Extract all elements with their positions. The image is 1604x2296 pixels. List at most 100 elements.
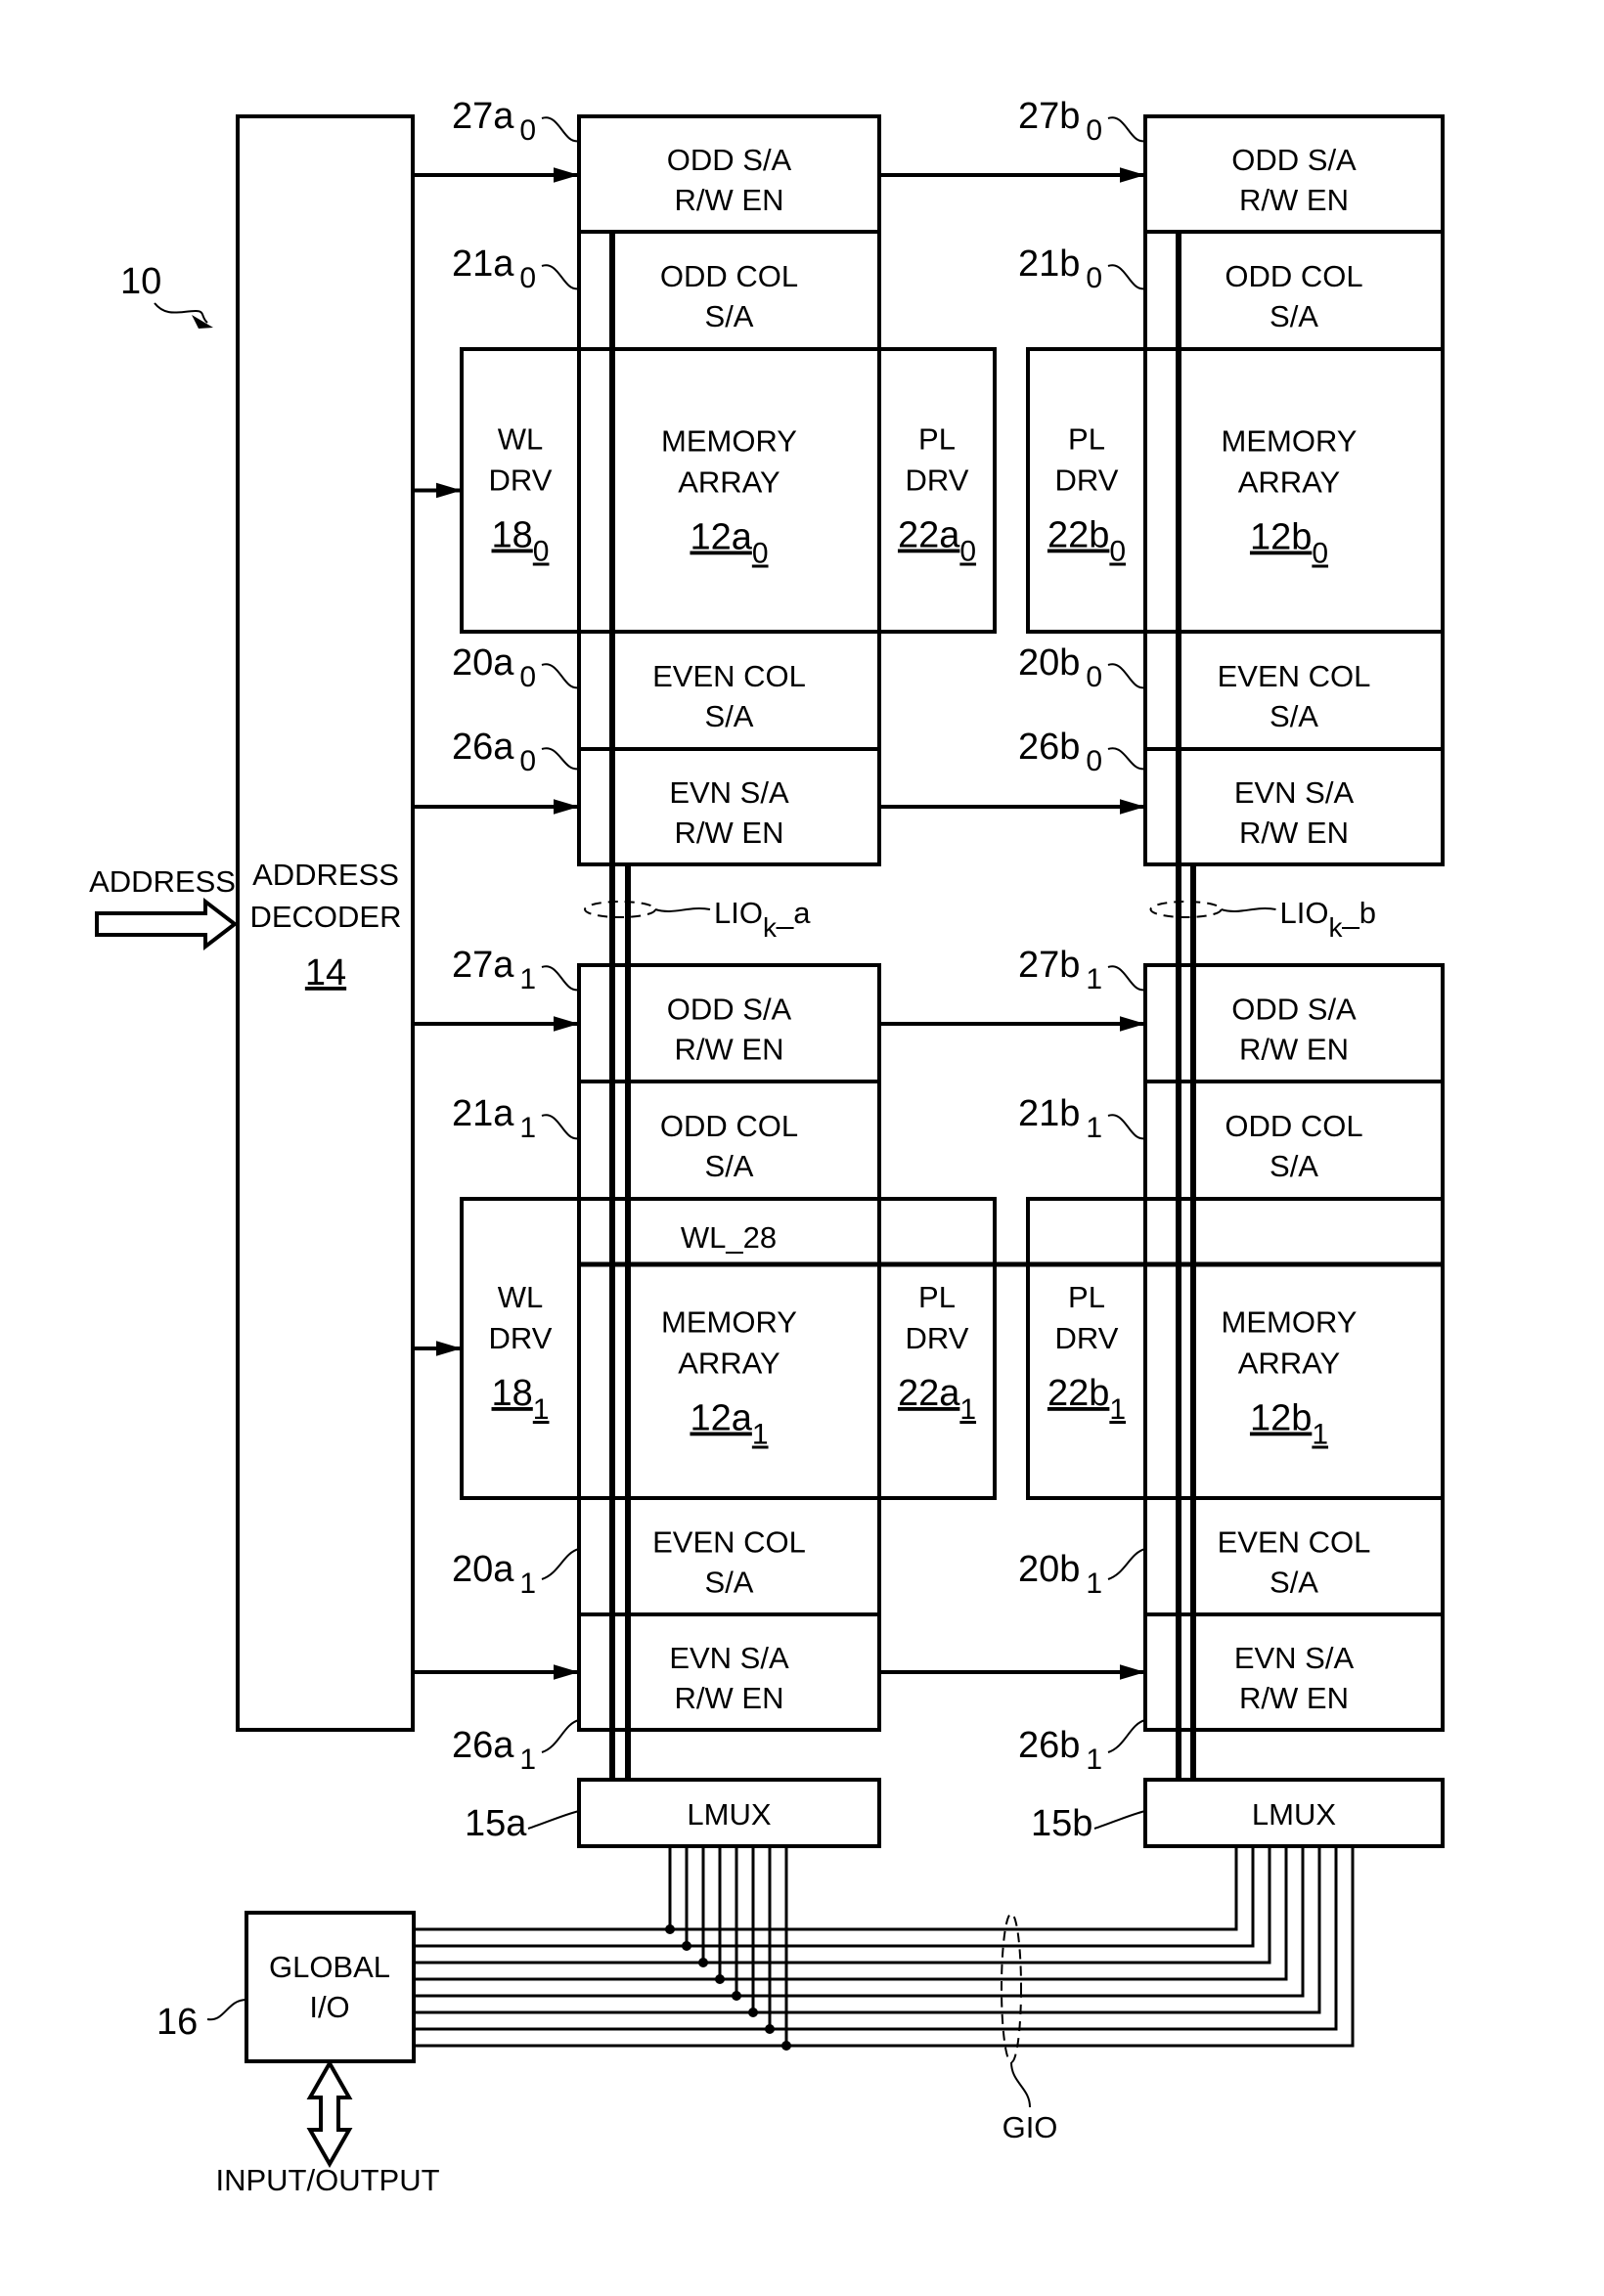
lio-bus-bracket: [1149, 901, 1223, 918]
ref-26-leader: [541, 747, 580, 771]
memory-array-ref-sub: 1: [1312, 1419, 1328, 1451]
lmux-ref-leader: [1093, 1810, 1146, 1830]
memory-array-ref-base: 12b: [1250, 1398, 1312, 1439]
ref-26-text: 26a 1: [452, 1725, 536, 1776]
memory-array-label-line2: ARRAY: [1238, 465, 1341, 500]
gio-wire: [414, 1846, 1338, 2031]
memory-array-ref-sub: 0: [752, 538, 769, 570]
odd-sa-rw-en-label-line1: ODD S/A: [1231, 993, 1357, 1027]
ref-21-text: 21b 0: [1018, 243, 1102, 294]
evn-sa-rw-en-label-line2: R/W EN: [675, 1681, 784, 1715]
ref-27: 27a 1: [452, 945, 536, 995]
odd-sa-rw-en-label-line2: R/W EN: [675, 1033, 784, 1067]
ref-27-text: 27a 0: [452, 96, 536, 147]
pl-driver-label-line1: PL: [1068, 1280, 1105, 1314]
wl-driver-label-line1: WL: [498, 422, 544, 457]
evn-sa-rw-en-label-line1: EVN S/A: [1234, 1641, 1355, 1675]
gio-bus-bracket: [1001, 1913, 1022, 2063]
evn-sa-rw-en-label-line1: EVN S/A: [1234, 775, 1355, 810]
ref-21-base: 21a: [452, 1093, 514, 1134]
ref-21-leader: [541, 264, 580, 290]
ref-21: 21a 0: [452, 243, 536, 294]
pl-driver-label-line2: DRV: [1055, 464, 1119, 498]
lio-label: LIOk_a: [714, 896, 811, 943]
ref-20: 20a 1: [452, 1549, 536, 1600]
ref-20-base: 20a: [452, 642, 514, 684]
even-col-sa-label-line1: EVEN COL: [652, 1525, 806, 1560]
ref-26-sub: 0: [519, 745, 536, 777]
pl-driver-ref-sub: 0: [1109, 536, 1126, 568]
pl-driver-label-line2: DRV: [1055, 1321, 1119, 1355]
memory-array-label-line1: MEMORY: [1222, 1305, 1358, 1340]
ref-20-text: 20a 0: [452, 642, 536, 693]
evn-sa-rw-en-label-line2: R/W EN: [1239, 816, 1349, 850]
ref-20: 20b 0: [1018, 642, 1102, 693]
tile-a0: ODD S/A R/W EN ODD COL S/A EVEN COL S/A EVN S/…: [413, 96, 997, 866]
lio-label: LIOk_b: [1280, 896, 1376, 943]
even-col-sa-label-line1: EVEN COL: [652, 659, 806, 693]
even-col-sa-label-line1: EVEN COL: [1218, 659, 1371, 693]
odd-sa-rw-en-label-line2: R/W EN: [1239, 183, 1349, 217]
ref-27-sub: 1: [1086, 963, 1102, 995]
ref-21-sub: 1: [519, 1112, 536, 1144]
ref-20-text: 20a 1: [452, 1549, 536, 1600]
odd-col-sa-label-line1: ODD COL: [1225, 259, 1362, 293]
ref-26-sub: 1: [519, 1744, 536, 1776]
odd-col-sa-label-line1: ODD COL: [1225, 1109, 1362, 1143]
ref-27-leader: [1107, 116, 1146, 143]
lio-label-base: LIO: [714, 896, 763, 930]
ref-20-leader: [1107, 663, 1146, 689]
pl-driver-ref-sub: 1: [959, 1393, 976, 1426]
lmux-ref-leader: [527, 1810, 580, 1830]
global-io-ref: 16: [156, 2002, 198, 2043]
pl-driver-label-line1: PL: [918, 422, 956, 457]
ref-27: 27b 0: [1018, 96, 1102, 147]
memory-array-label-line2: ARRAY: [678, 1347, 780, 1381]
decoder-ref: 14: [305, 952, 346, 993]
pl-driver-ref-base: 22a: [898, 1373, 960, 1414]
odd-sa-rw-en-label-line1: ODD S/A: [667, 993, 792, 1027]
wl-driver-label-line2: DRV: [489, 1321, 553, 1355]
ref-26-leader: [1107, 747, 1146, 771]
memory-array-ref-base: 12a: [690, 517, 752, 558]
ref-26-base: 26a: [452, 727, 514, 768]
wl-driver-ref-sub: 0: [533, 536, 550, 568]
ref-20-sub: 0: [519, 661, 536, 693]
ref-27: 27b 1: [1018, 945, 1102, 995]
pl-driver-label-line2: DRV: [906, 1321, 969, 1355]
ref-21: 21a 1: [452, 1093, 536, 1144]
ref-26: 26a 0: [452, 727, 536, 777]
evn-sa-rw-en-label-line2: R/W EN: [1239, 1681, 1349, 1715]
junction-dot: [765, 2024, 775, 2034]
wl-driver-label-line1: WL: [498, 1280, 544, 1314]
gio-line: [414, 1846, 1338, 2034]
ref-26: 26b 1: [1018, 1725, 1102, 1776]
ref-21-leader: [1107, 1114, 1146, 1140]
ref-27-text: 27a 1: [452, 945, 536, 995]
figure-ref: 10: [120, 261, 161, 302]
even-col-sa-label-line2: S/A: [705, 1566, 754, 1600]
lio-label-sub: k: [1328, 912, 1343, 943]
gio-wire: [414, 1846, 1288, 1981]
global-io-block: [245, 1911, 416, 2063]
ref-26: 26b 0: [1018, 727, 1102, 777]
ref-21-leader: [541, 1114, 580, 1140]
memory-array-ref-base: 12a: [690, 1398, 752, 1439]
ref-20-leader: [541, 663, 580, 689]
junction-dot: [781, 2041, 791, 2051]
lio-bus-bracket: [584, 901, 656, 918]
ref-20-text: 20b 1: [1018, 1549, 1102, 1600]
memory-array-ref-sub: 1: [752, 1419, 769, 1451]
pl-driver-ref-sub: 1: [1109, 1393, 1126, 1426]
odd-sa-rw-en-label-line2: R/W EN: [675, 183, 784, 217]
gio-line: [414, 1846, 1255, 1951]
ref-20-leader: [1107, 1548, 1146, 1580]
wl28-label: WL_28: [681, 1220, 777, 1255]
even-col-sa-label-line1: EVEN COL: [1218, 1525, 1371, 1560]
even-col-sa-label-line2: S/A: [1270, 1566, 1318, 1600]
gio-line: [414, 1846, 1238, 1934]
address-input-arrow-icon: [95, 897, 239, 951]
odd-sa-rw-en-label-line2: R/W EN: [1239, 1033, 1349, 1067]
ref-20-sub: 1: [1086, 1567, 1102, 1600]
wl-driver-label-line2: DRV: [489, 464, 553, 498]
